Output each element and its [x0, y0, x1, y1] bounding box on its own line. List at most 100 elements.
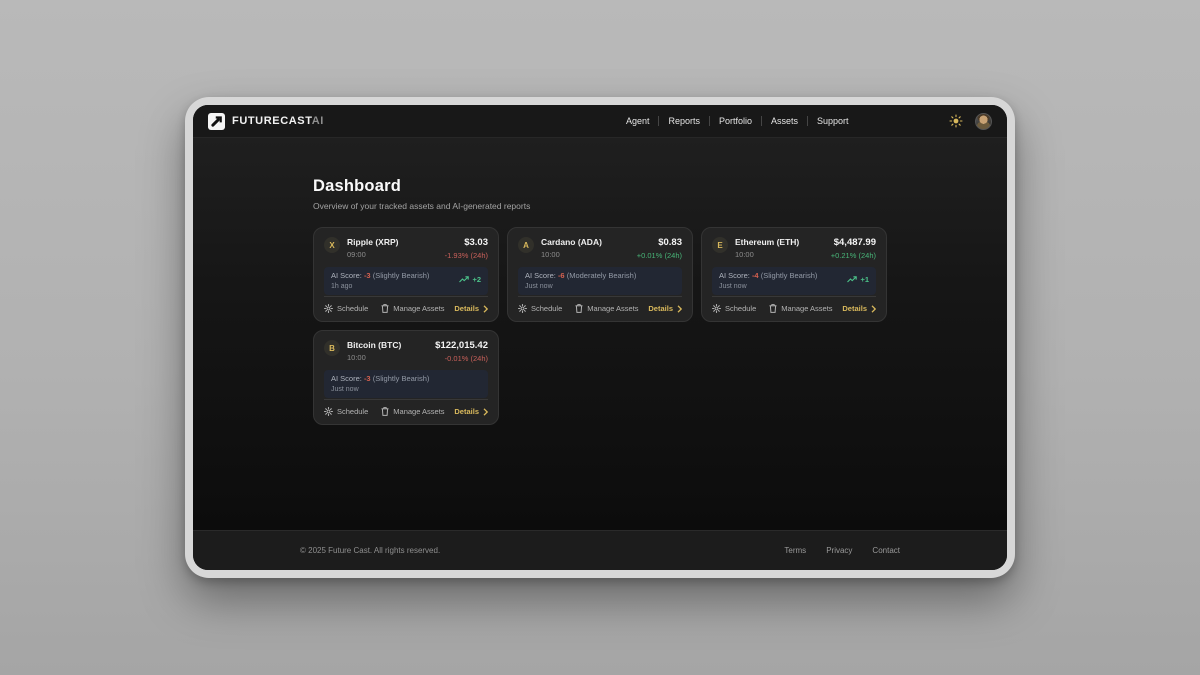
card-actions: Schedule Manage Assets Details — [518, 297, 682, 313]
chevron-right-icon — [871, 305, 876, 313]
brand-name: FUTURECASTAI — [232, 115, 324, 127]
copyright-text: © 2025 Future Cast. All rights reserved. — [300, 546, 440, 555]
manage-assets-button[interactable]: Manage Assets — [381, 407, 444, 416]
schedule-label: Schedule — [531, 304, 562, 313]
asset-price: $122,015.42 — [435, 340, 488, 351]
asset-price: $0.83 — [637, 237, 682, 248]
card-header: B Bitcoin (BTC) 10:00 $122,015.42 -0.01%… — [324, 340, 488, 363]
trend-badge: +1 — [847, 271, 869, 284]
ai-score-block: AI Score: -3 (Slightly Bearish) 1h ago — [331, 271, 429, 290]
gear-icon — [518, 304, 527, 313]
asset-time: 10:00 — [541, 250, 602, 259]
trending-up-icon — [847, 276, 857, 283]
nav-item-reports[interactable]: Reports — [659, 116, 709, 126]
price-block: $3.03 -1.93% (24h) — [445, 237, 488, 260]
asset-name: Cardano (ADA) — [541, 237, 602, 247]
ai-score-label: AI Score: — [331, 271, 364, 280]
gear-icon — [712, 304, 721, 313]
trend-badge: +2 — [459, 271, 481, 284]
trend-value: +2 — [472, 275, 481, 284]
details-label: Details — [454, 407, 479, 416]
asset-change: -0.01% (24h) — [435, 354, 488, 363]
footer-link-privacy[interactable]: Privacy — [826, 546, 852, 555]
manage-label: Manage Assets — [393, 304, 444, 313]
asset-card: B Bitcoin (BTC) 10:00 $122,015.42 -0.01%… — [313, 330, 499, 425]
card-actions: Schedule Manage Assets Details — [324, 400, 488, 416]
ai-score-block: AI Score: -6 (Moderately Bearish) Just n… — [525, 271, 636, 290]
main-content: Dashboard Overview of your tracked asset… — [193, 138, 1007, 530]
chevron-right-icon — [677, 305, 682, 313]
futurecast-logo-icon — [208, 113, 225, 130]
ai-score-line: AI Score: -3 (Slightly Bearish) — [331, 271, 429, 280]
ai-updated: 1h ago — [331, 283, 429, 290]
schedule-button[interactable]: Schedule — [324, 407, 368, 416]
asset-change: +0.01% (24h) — [637, 251, 682, 260]
schedule-button[interactable]: Schedule — [712, 304, 756, 313]
nav-item-support[interactable]: Support — [808, 116, 858, 126]
price-block: $122,015.42 -0.01% (24h) — [435, 340, 488, 363]
main-nav: Agent Reports Portfolio Assets Support — [617, 116, 858, 126]
ai-score-value: -4 — [752, 271, 759, 280]
asset-meta: Bitcoin (BTC) 10:00 — [347, 340, 401, 362]
header-actions — [949, 113, 992, 130]
asset-initial-badge: B — [324, 340, 340, 356]
details-button[interactable]: Details — [454, 304, 488, 313]
asset-name: Ethereum (ETH) — [735, 237, 799, 247]
app-window: FUTURECASTAI Agent Reports Portfolio Ass… — [193, 105, 1007, 570]
asset-card: E Ethereum (ETH) 10:00 $4,487.99 +0.21% … — [701, 227, 887, 322]
nav-item-portfolio[interactable]: Portfolio — [710, 116, 761, 126]
trash-icon — [575, 304, 583, 313]
ai-updated: Just now — [331, 386, 429, 393]
asset-price: $3.03 — [445, 237, 488, 248]
schedule-label: Schedule — [725, 304, 756, 313]
asset-meta: Cardano (ADA) 10:00 — [541, 237, 602, 259]
user-avatar[interactable] — [975, 113, 992, 130]
price-block: $0.83 +0.01% (24h) — [637, 237, 682, 260]
page-title: Dashboard — [313, 177, 887, 196]
manage-label: Manage Assets — [587, 304, 638, 313]
brand-logo[interactable]: FUTURECASTAI — [208, 113, 324, 130]
ai-sentiment: (Slightly Bearish) — [373, 271, 430, 280]
manage-assets-button[interactable]: Manage Assets — [381, 304, 444, 313]
manage-assets-button[interactable]: Manage Assets — [769, 304, 832, 313]
details-button[interactable]: Details — [842, 304, 876, 313]
ai-score-value: -6 — [558, 271, 565, 280]
card-actions: Schedule Manage Assets Details — [324, 297, 488, 313]
card-header: A Cardano (ADA) 10:00 $0.83 +0.01% (24h) — [518, 237, 682, 260]
page-subtitle: Overview of your tracked assets and AI-g… — [313, 201, 887, 211]
device-frame: FUTURECASTAI Agent Reports Portfolio Ass… — [185, 97, 1015, 578]
ai-sentiment: (Moderately Bearish) — [567, 271, 637, 280]
ai-score-panel: AI Score: -4 (Slightly Bearish) Just now… — [712, 267, 876, 295]
trend-value: +1 — [860, 275, 869, 284]
asset-initial-badge: A — [518, 237, 534, 253]
ai-score-value: -3 — [364, 374, 371, 383]
details-button[interactable]: Details — [454, 407, 488, 416]
ai-score-panel: AI Score: -3 (Slightly Bearish) Just now — [324, 370, 488, 398]
manage-label: Manage Assets — [393, 407, 444, 416]
footer-link-terms[interactable]: Terms — [784, 546, 806, 555]
footer-links: Terms Privacy Contact — [784, 546, 900, 555]
ai-updated: Just now — [719, 283, 817, 290]
ai-updated: Just now — [525, 283, 636, 290]
manage-assets-button[interactable]: Manage Assets — [575, 304, 638, 313]
details-label: Details — [842, 304, 867, 313]
schedule-button[interactable]: Schedule — [518, 304, 562, 313]
ai-score-block: AI Score: -3 (Slightly Bearish) Just now — [331, 374, 429, 393]
price-block: $4,487.99 +0.21% (24h) — [831, 237, 876, 260]
footer-link-contact[interactable]: Contact — [872, 546, 900, 555]
card-header: E Ethereum (ETH) 10:00 $4,487.99 +0.21% … — [712, 237, 876, 260]
asset-meta: Ripple (XRP) 09:00 — [347, 237, 398, 259]
asset-price: $4,487.99 — [831, 237, 876, 248]
ai-score-label: AI Score: — [331, 374, 364, 383]
nav-item-assets[interactable]: Assets — [762, 116, 807, 126]
ai-score-label: AI Score: — [719, 271, 752, 280]
nav-item-agent[interactable]: Agent — [617, 116, 659, 126]
trash-icon — [381, 407, 389, 416]
gear-icon — [324, 407, 333, 416]
sun-icon[interactable] — [949, 114, 963, 128]
ai-score-line: AI Score: -4 (Slightly Bearish) — [719, 271, 817, 280]
schedule-button[interactable]: Schedule — [324, 304, 368, 313]
details-button[interactable]: Details — [648, 304, 682, 313]
asset-change: +0.21% (24h) — [831, 251, 876, 260]
ai-score-label: AI Score: — [525, 271, 558, 280]
